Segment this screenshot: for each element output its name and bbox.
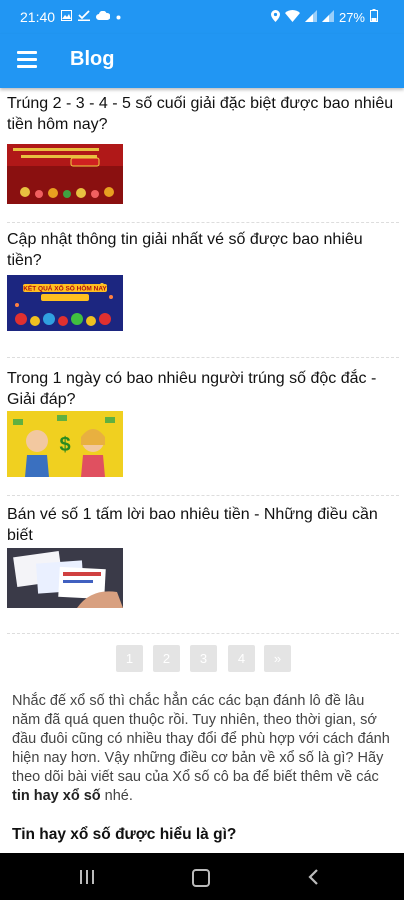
page-button-1[interactable]: 1 <box>116 645 143 672</box>
status-time: 21:40 <box>20 9 56 25</box>
post-title[interactable]: Bán vé số 1 tấm lời bao nhiêu tiền - Nhữ… <box>7 504 399 546</box>
intro-link[interactable]: tin hay xổ số <box>12 788 101 804</box>
post-divider <box>7 222 399 223</box>
pagination: 1 2 3 4 » <box>0 645 404 675</box>
post-divider <box>7 633 399 634</box>
system-nav-bar <box>0 853 404 900</box>
post-thumbnail[interactable] <box>7 548 123 608</box>
post-thumbnail[interactable]: KẾT QUẢ XỔ SỐ HÔM NAY <box>7 275 123 331</box>
intro-text: Nhắc đế xổ số thì chắc hẳn các các bạn đ… <box>12 693 390 785</box>
battery-percent: 27% <box>338 9 365 25</box>
menu-icon[interactable] <box>17 51 39 71</box>
location-icon <box>270 9 280 25</box>
page-button-4[interactable]: 4 <box>228 645 255 672</box>
blog-content[interactable]: Trúng 2 - 3 - 4 - 5 số cuối giải đặc biệ… <box>0 88 404 853</box>
status-bar: 21:40 27% <box>0 0 404 34</box>
intro-tail: nhé. <box>100 788 133 804</box>
section-heading: Tin hay xổ số được hiểu là gì? <box>12 826 237 843</box>
post-divider <box>7 495 399 496</box>
post-title[interactable]: Trúng 2 - 3 - 4 - 5 số cuối giải đặc biệ… <box>7 93 399 135</box>
cloud-icon <box>96 10 111 24</box>
post-title[interactable]: Cập nhật thông tin giải nhất vé số được … <box>7 229 399 271</box>
back-icon[interactable] <box>306 868 322 886</box>
post-divider <box>7 357 399 358</box>
recent-apps-icon[interactable] <box>80 870 96 884</box>
signal-icon-2 <box>321 9 334 25</box>
page-button-3[interactable]: 3 <box>190 645 217 672</box>
app-bar: Blog <box>0 34 404 88</box>
battery-icon <box>370 9 378 25</box>
svg-text:$: $ <box>59 434 70 456</box>
signal-icon-1 <box>304 9 317 25</box>
home-icon[interactable] <box>192 869 210 887</box>
next-page-button[interactable]: » <box>264 645 291 672</box>
page-button-2[interactable]: 2 <box>153 645 180 672</box>
post-title[interactable]: Trong 1 ngày có bao nhiêu người trúng số… <box>7 368 399 410</box>
page-title: Blog <box>70 48 115 70</box>
intro-paragraph: Nhắc đế xổ số thì chắc hẳn các các bạn đ… <box>12 692 392 806</box>
check-download-icon <box>78 10 91 24</box>
post-thumbnail[interactable] <box>7 144 123 204</box>
wifi-icon <box>284 9 300 25</box>
image-icon <box>61 10 73 24</box>
post-thumbnail[interactable]: $ <box>7 411 123 477</box>
notification-dot-icon <box>116 12 121 23</box>
